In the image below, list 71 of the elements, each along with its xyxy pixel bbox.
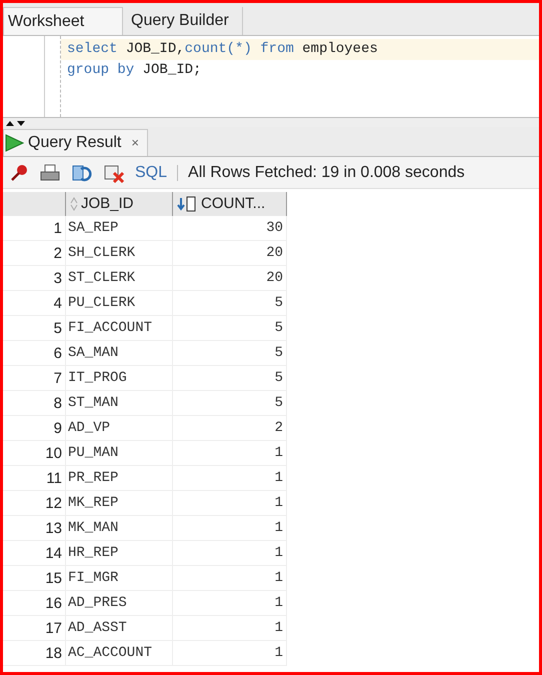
table-cell: HR_REP [65,541,173,565]
table-cell: FI_MGR [65,566,173,590]
sort-descending-icon [177,196,197,212]
table-cell: 1 [173,641,287,665]
row-number: 8 [54,395,62,412]
row-number: 11 [46,470,62,487]
table-cell: PU_MAN [65,441,173,465]
table-cell: SH_CLERK [65,241,173,265]
row-number: 16 [45,595,62,612]
table-cell: 30 [173,216,287,240]
table-cell: 20 [173,241,287,265]
play-icon [4,134,24,152]
table-cell: MK_MAN [65,516,173,540]
row-number: 4 [54,295,62,312]
table-cell: SA_MAN [65,341,173,365]
row-number: 14 [45,545,62,562]
result-tab[interactable]: Query Result × [3,129,148,156]
refresh-icon[interactable] [71,162,93,182]
table-cell: 2 [173,416,287,440]
code-line: group by JOB_ID; [66,61,202,80]
table-cell: 1 [173,591,287,615]
row-number: 1 [54,220,62,237]
cancel-icon[interactable] [103,162,125,182]
table-cell: 20 [173,266,287,290]
row-number: 13 [45,520,62,537]
row-number: 9 [54,420,62,437]
table-cell: AD_ASST [65,616,173,640]
table-cell: 1 [173,516,287,540]
row-number: 15 [45,570,62,587]
table-cell: PR_REP [65,466,173,490]
row-number: 10 [45,445,62,462]
table-cell: AD_VP [65,416,173,440]
row-number: 18 [45,645,62,662]
splitter-arrows-icon[interactable] [5,118,27,126]
table-cell: 1 [173,466,287,490]
sort-icon [70,197,78,211]
table-cell: 1 [173,566,287,590]
table-cell: MK_REP [65,491,173,515]
table-cell: AD_PRES [65,591,173,615]
table-cell: 5 [173,366,287,390]
row-number: 12 [45,495,62,512]
pin-icon[interactable] [9,162,29,182]
table-cell: 1 [173,541,287,565]
row-number: 5 [54,320,62,337]
table-cell: ST_MAN [65,391,173,415]
tab[interactable]: Worksheet [3,7,123,35]
table-cell: AC_ACCOUNT [65,641,173,665]
table-cell: FI_ACCOUNT [65,316,173,340]
close-button[interactable]: × [131,133,139,153]
printer-icon[interactable] [39,162,61,182]
table-cell: 5 [173,391,287,415]
table-cell: 1 [173,491,287,515]
table-cell: 5 [173,341,287,365]
column-header[interactable]: COUNT... [173,192,287,216]
row-number: 6 [54,345,62,362]
row-number: 17 [45,620,62,637]
table-cell: 5 [173,291,287,315]
table-cell: IT_PROG [65,366,173,390]
table-cell: 1 [173,616,287,640]
table-cell: ST_CLERK [65,266,173,290]
table-cell: PU_CLERK [65,291,173,315]
table-cell: SA_REP [65,216,173,240]
status-text: All Rows Fetched: 19 in 0.008 seconds [188,162,465,182]
row-number: 7 [54,370,62,387]
tab-label: Query Result [28,133,122,153]
table-cell: 5 [173,316,287,340]
row-number: 3 [54,270,62,287]
column-header[interactable]: JOB_ID [65,192,173,216]
sql-button[interactable]: SQL [135,160,168,184]
row-number: 2 [54,245,62,262]
table-cell: 1 [173,441,287,465]
